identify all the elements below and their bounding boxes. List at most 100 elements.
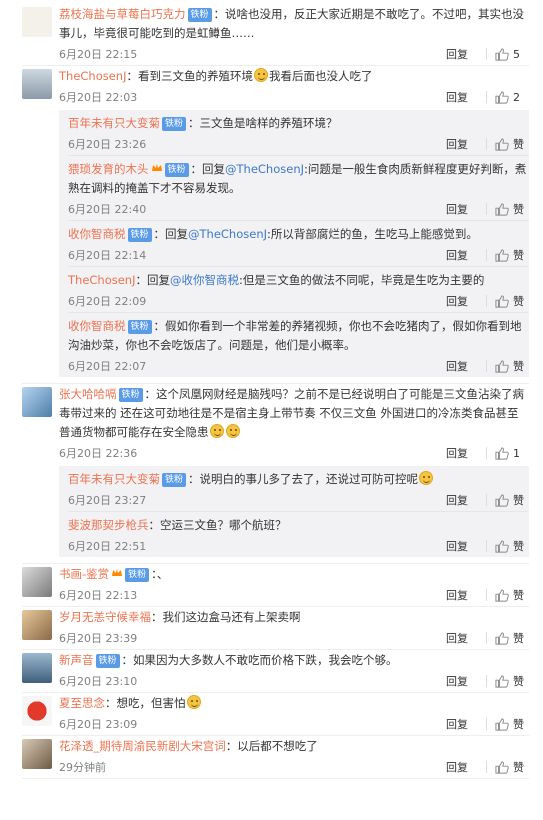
like-button[interactable]: 赞 bbox=[495, 293, 529, 309]
like-button[interactable]: 赞 bbox=[495, 201, 529, 217]
like-button[interactable]: 赞 bbox=[495, 587, 529, 603]
reply-button[interactable]: 回复 bbox=[446, 445, 490, 461]
emoji-icon bbox=[186, 695, 201, 709]
username-link[interactable]: TheChosenJ bbox=[59, 69, 127, 83]
sub-reply-item: 收你智商税 铁粉 ：回复@TheChosenJ:所以背部腐烂的鱼，生吃马上能感觉到。… bbox=[68, 221, 529, 267]
reply-button[interactable]: 回复 bbox=[446, 538, 490, 554]
divider bbox=[486, 48, 487, 60]
like-button[interactable]: 赞 bbox=[495, 630, 529, 646]
comment-meta: 6月20日 22:40 回复 赞 bbox=[68, 198, 529, 220]
reply-button[interactable]: 回复 bbox=[446, 136, 490, 152]
like-count: 赞 bbox=[513, 540, 524, 553]
username-link[interactable]: 荔枝海盐与草莓白巧克力 bbox=[59, 7, 186, 21]
comment-body: ：想吃，但害怕 bbox=[105, 696, 186, 710]
comment-body: :所以背部腐烂的鱼，生吃马上能感觉到。 bbox=[267, 227, 478, 241]
divider bbox=[486, 447, 487, 459]
comment-meta: 6月20日 22:07 回复 赞 bbox=[68, 355, 529, 377]
comment-text: 花泽透_期待周渝民新剧大宋宫词：以后都不想吃了 bbox=[59, 736, 529, 756]
comment-body-wrap: 岁月无恙守候幸福：我们这边盒马还有上架卖啊 6月20日 23:39 回复 赞 bbox=[59, 607, 529, 649]
reply-button[interactable]: 回复 bbox=[446, 247, 490, 263]
thumb-up-icon bbox=[495, 446, 509, 460]
like-count: 1 bbox=[513, 446, 520, 460]
reply-button[interactable]: 回复 bbox=[446, 716, 490, 732]
thumb-up-icon bbox=[495, 717, 509, 731]
like-button[interactable]: 2 bbox=[495, 91, 529, 104]
reply-button[interactable]: 回复 bbox=[446, 492, 490, 508]
reply-button[interactable]: 回复 bbox=[446, 587, 490, 603]
sub-reply-list: 百年未有只大变菊 铁粉 ：三文鱼是啥样的养殖环境？ 6月20日 23:26 回复赞猥琐发… bbox=[59, 110, 529, 377]
reply-button[interactable]: 回复 bbox=[446, 358, 490, 374]
reply-button[interactable]: 回复 bbox=[446, 46, 490, 62]
username-link[interactable]: 岁月无恙守候幸福 bbox=[59, 610, 151, 624]
reply-button[interactable]: 回复 bbox=[446, 201, 490, 217]
username-link[interactable]: 书画-鉴赏 bbox=[59, 567, 109, 581]
username-link[interactable]: 收你智商税 bbox=[68, 319, 126, 333]
reply-button[interactable]: 回复 bbox=[446, 293, 490, 309]
thumb-up-icon bbox=[495, 588, 509, 602]
like-count: 赞 bbox=[513, 360, 524, 373]
like-button[interactable]: 赞 bbox=[495, 136, 529, 152]
like-count: 2 bbox=[513, 90, 520, 104]
avatar[interactable] bbox=[22, 387, 52, 417]
username-link[interactable]: 花泽透_期待周渝民新剧大宋宫词 bbox=[59, 739, 226, 753]
divider bbox=[486, 540, 487, 552]
username-link[interactable]: 斐波那契步枪兵 bbox=[68, 518, 149, 532]
avatar[interactable] bbox=[22, 610, 52, 640]
comment-time: 6月20日 23:09 bbox=[59, 718, 138, 731]
avatar[interactable] bbox=[22, 69, 52, 99]
like-button[interactable]: 赞 bbox=[495, 538, 529, 554]
comment-item: 岁月无恙守候幸福：我们这边盒马还有上架卖啊 6月20日 23:39 回复 赞 bbox=[22, 607, 529, 650]
username-link[interactable]: 猥琐发育的木头 bbox=[68, 162, 149, 176]
comment-body-wrap: 张大哈哈嗝 铁粉 ：这个凤凰网财经是脑残吗？之前不是已经说明白了可能是三文鱼沾染了病… bbox=[59, 384, 529, 563]
username-link[interactable]: TheChosenJ bbox=[68, 273, 136, 287]
username-link[interactable]: 百年未有只大变菊 bbox=[68, 116, 160, 130]
comment-item: 夏至思念：想吃，但害怕 6月20日 23:09 回复 赞 bbox=[22, 693, 529, 736]
comment-meta: 6月20日 23:10 回复 赞 bbox=[59, 670, 529, 692]
comment-item: 荔枝海盐与草莓白巧克力 铁粉 ：说啥也没用，反正大家近期是不敢吃了。不过吧，其实也没… bbox=[22, 4, 529, 66]
comment-body-wrap: 花泽透_期待周渝民新剧大宋宫词：以后都不想吃了 29分钟前 回复 赞 bbox=[59, 736, 529, 778]
reply-button[interactable]: 回复 bbox=[446, 673, 490, 689]
divider bbox=[486, 138, 487, 150]
comment-time: 6月20日 22:09 bbox=[68, 295, 147, 308]
mention-link[interactable]: @TheChosenJ bbox=[225, 162, 304, 176]
reply-button[interactable]: 回复 bbox=[446, 89, 490, 105]
like-button[interactable]: 1 bbox=[495, 447, 529, 460]
comment-time: 6月20日 22:13 bbox=[59, 589, 138, 602]
reply-button[interactable]: 回复 bbox=[446, 759, 490, 775]
comment-meta: 6月20日 22:15 回复 5 bbox=[59, 43, 529, 65]
like-button[interactable]: 赞 bbox=[495, 247, 529, 263]
avatar[interactable] bbox=[22, 739, 52, 769]
comment-item: 花泽透_期待周渝民新剧大宋宫词：以后都不想吃了 29分钟前 回复 赞 bbox=[22, 736, 529, 779]
avatar[interactable] bbox=[22, 696, 52, 726]
username-link[interactable]: 夏至思念 bbox=[59, 696, 105, 710]
reply-button[interactable]: 回复 bbox=[446, 630, 490, 646]
username-link[interactable]: 张大哈哈嗝 bbox=[59, 387, 117, 401]
thumb-up-icon bbox=[495, 202, 509, 216]
sub-reply-item: 斐波那契步枪兵：空运三文鱼？哪个航班？ 6月20日 22:51 回复赞 bbox=[68, 512, 529, 557]
avatar[interactable] bbox=[22, 567, 52, 597]
comment-meta: 6月20日 23:09 回复 赞 bbox=[59, 713, 529, 735]
like-button[interactable]: 赞 bbox=[495, 673, 529, 689]
like-button[interactable]: 赞 bbox=[495, 492, 529, 508]
comment-text: 收你智商税 铁粉 ：回复@TheChosenJ:所以背部腐烂的鱼，生吃马上能感觉到。 bbox=[68, 221, 529, 244]
sub-reply-item: TheChosenJ：回复@收你智商税:但是三文鱼的做法不同呢，毕竟是生吃为主要… bbox=[68, 267, 529, 313]
reply-prefix: ：回复 bbox=[135, 273, 171, 287]
comment-body-wrap: 夏至思念：想吃，但害怕 6月20日 23:09 回复 赞 bbox=[59, 693, 529, 735]
comment-body: ：、 bbox=[151, 567, 169, 581]
mention-link[interactable]: @TheChosenJ bbox=[188, 227, 267, 241]
like-button[interactable]: 5 bbox=[495, 48, 529, 61]
like-button[interactable]: 赞 bbox=[495, 759, 529, 775]
username-link[interactable]: 百年未有只大变菊 bbox=[68, 472, 160, 486]
comment-time: 29分钟前 bbox=[59, 761, 106, 774]
emoji-icon bbox=[225, 424, 240, 438]
divider bbox=[486, 675, 487, 687]
avatar[interactable] bbox=[22, 7, 52, 37]
like-button[interactable]: 赞 bbox=[495, 716, 529, 732]
username-link[interactable]: 收你智商税 bbox=[68, 227, 126, 241]
divider bbox=[486, 360, 487, 372]
comment-text: 猥琐发育的木头 铁粉 ：回复@TheChosenJ:问题是一般生食肉质新鲜程度更好判… bbox=[68, 156, 529, 198]
avatar[interactable] bbox=[22, 653, 52, 683]
mention-link[interactable]: @收你智商税 bbox=[170, 273, 239, 287]
like-button[interactable]: 赞 bbox=[495, 358, 529, 374]
username-link[interactable]: 新声音 bbox=[59, 653, 94, 667]
